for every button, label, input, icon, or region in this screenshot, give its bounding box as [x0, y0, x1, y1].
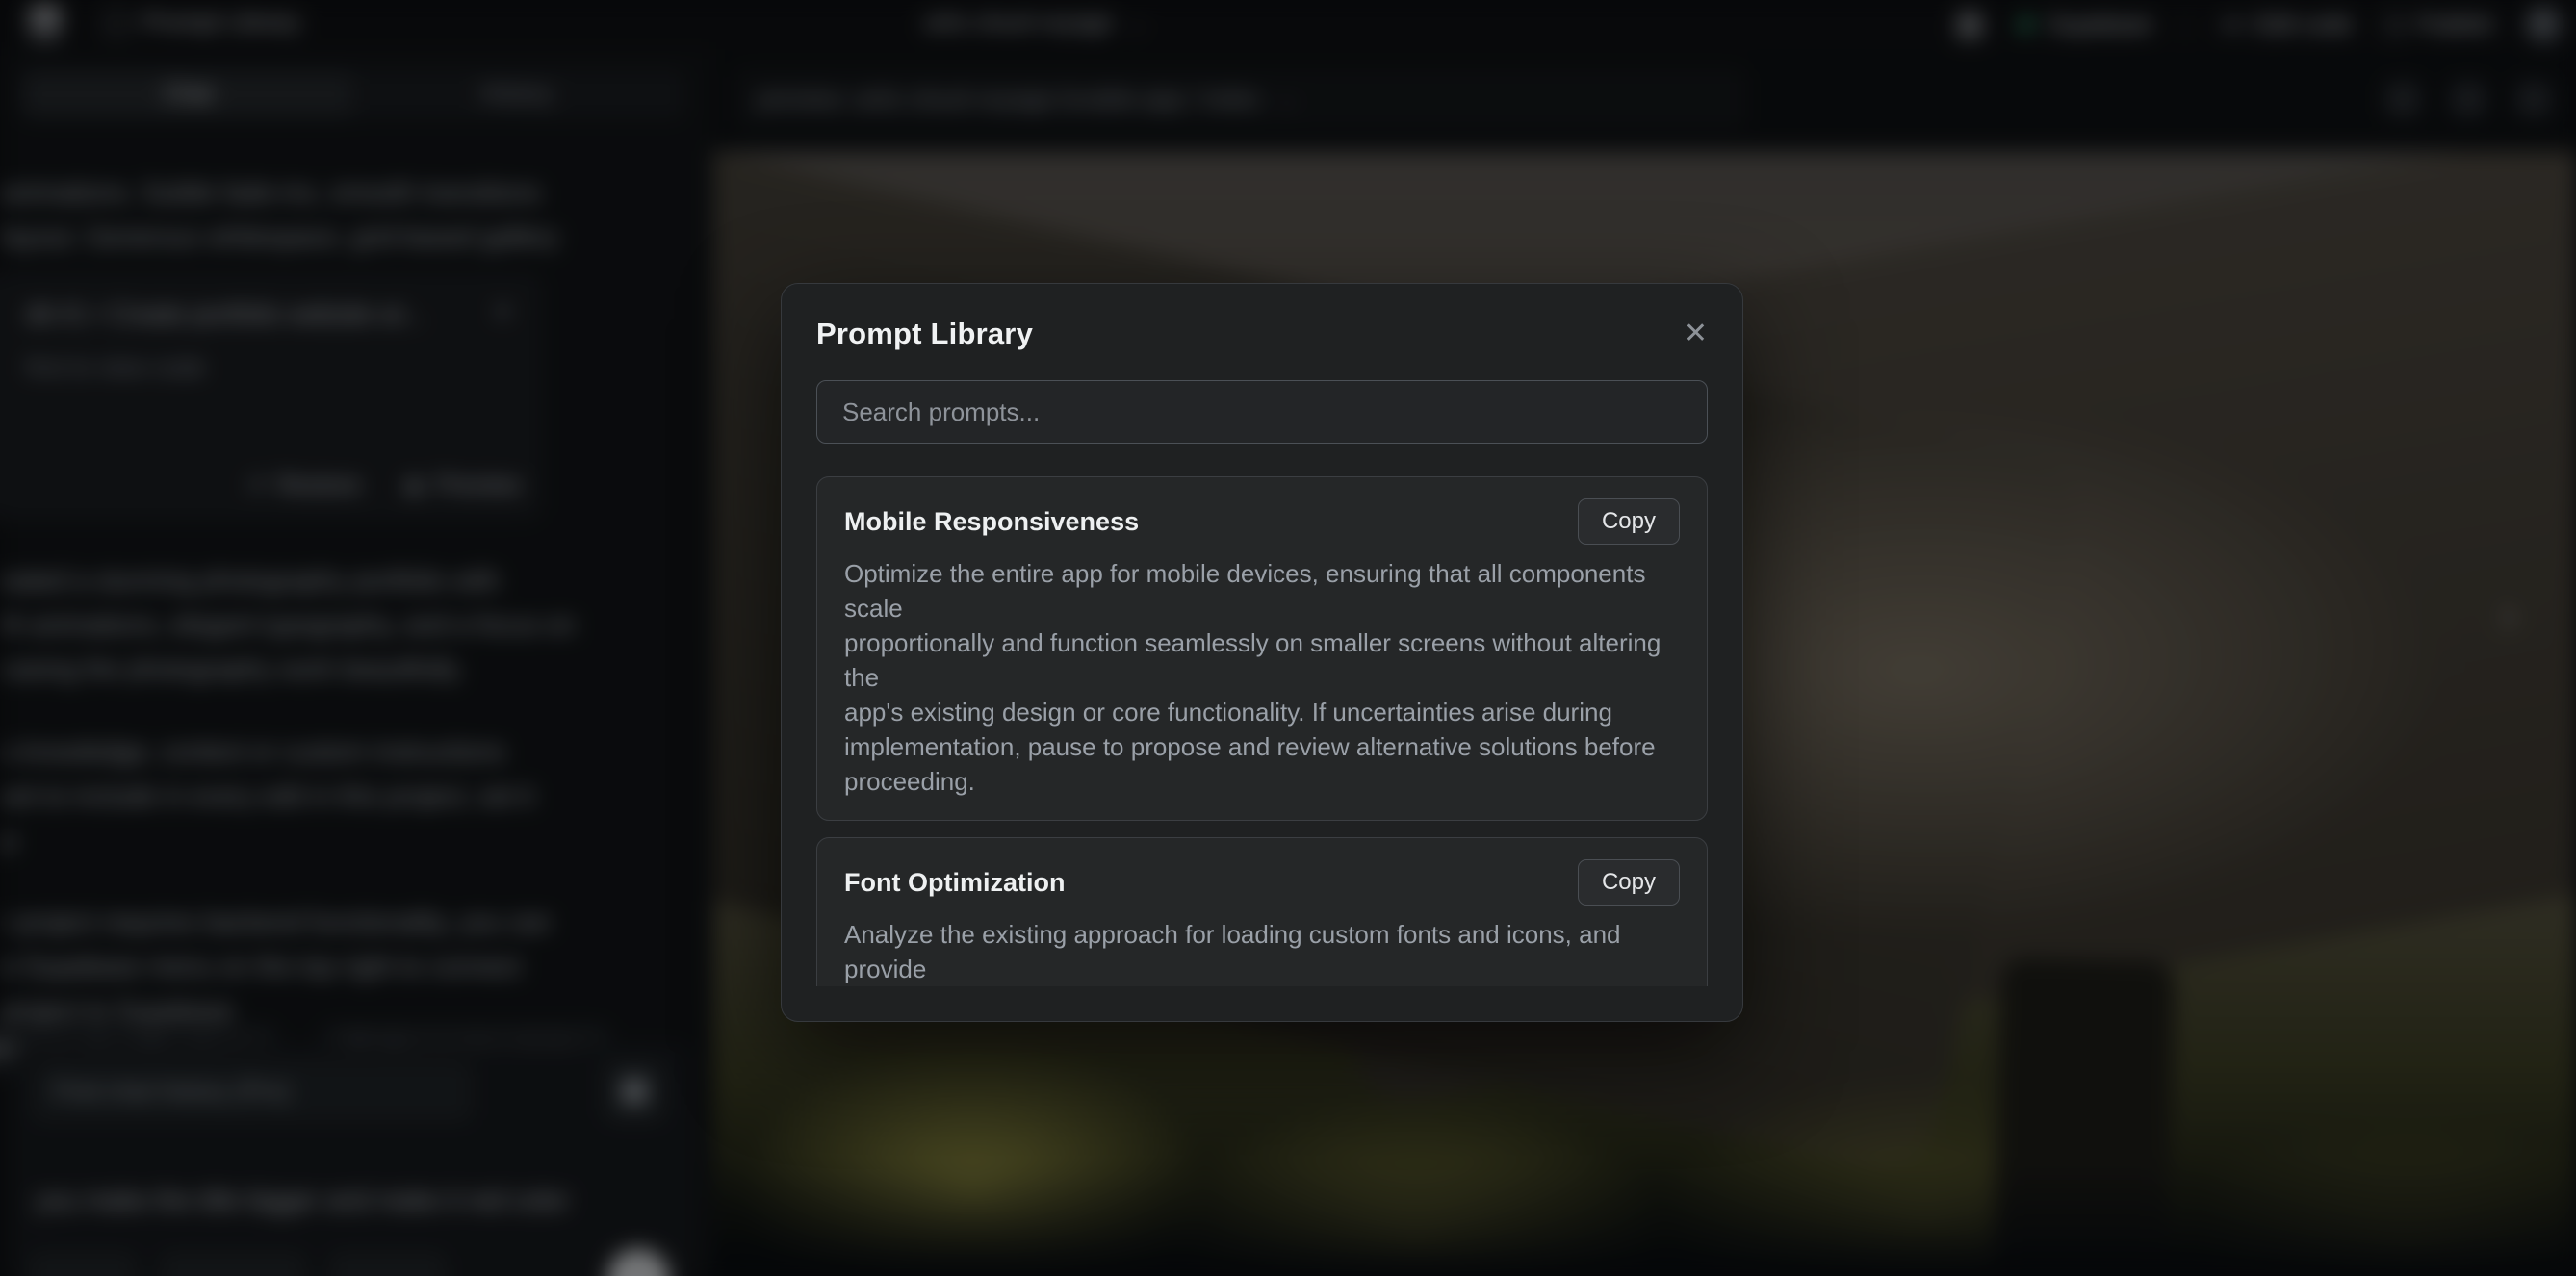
prompt-library-modal: Prompt Library ✕ Mobile Responsiveness C…	[781, 283, 1743, 1022]
copy-button[interactable]: Copy	[1578, 498, 1680, 545]
prompt-description: Analyze the existing approach for loadin…	[844, 917, 1680, 986]
prompt-list[interactable]: Mobile Responsiveness Copy Optimize the …	[816, 476, 1708, 986]
lovable-editor-screen: Prompt Library artic-cloud-voyage ⌄ Supa…	[0, 0, 2576, 1276]
prompt-card: Mobile Responsiveness Copy Optimize the …	[816, 476, 1708, 821]
prompt-card: Font Optimization Copy Analyze the exist…	[816, 837, 1708, 986]
search-input[interactable]	[816, 380, 1708, 444]
modal-title: Prompt Library	[816, 317, 1033, 351]
copy-button[interactable]: Copy	[1578, 859, 1680, 906]
prompt-name: Mobile Responsiveness	[844, 507, 1139, 537]
prompt-description: Optimize the entire app for mobile devic…	[844, 556, 1680, 799]
prompt-name: Font Optimization	[844, 868, 1065, 898]
close-icon[interactable]: ✕	[1684, 319, 1708, 348]
